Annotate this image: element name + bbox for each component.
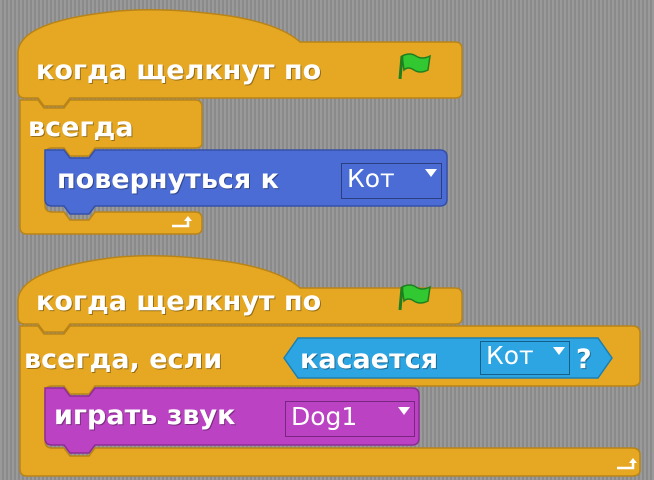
loop-arrow-icon <box>172 216 192 228</box>
sound-name-value: Dog1 <box>291 402 358 431</box>
touching-label: касается <box>300 344 439 375</box>
green-flag-icon <box>398 284 431 311</box>
hat-label: когда щелкнут по <box>36 55 322 86</box>
turn-target-dropdown[interactable]: Кот <box>341 163 442 199</box>
forever-label: всегда <box>28 112 134 143</box>
green-flag-icon <box>398 53 431 80</box>
turn-target-value: Кот <box>347 164 395 193</box>
forever-if-label: всегда, если <box>24 344 223 375</box>
turn-label: повернуться к <box>57 164 279 195</box>
dropdown-arrow-icon <box>553 347 565 355</box>
scripts-area[interactable]: когда щелкнут по всегда повернуться к Ко… <box>0 0 654 480</box>
play-sound-label: играть звук <box>54 400 236 431</box>
hat-label-2: когда щелкнут по <box>36 286 322 317</box>
question-mark: ? <box>576 344 592 375</box>
dropdown-arrow-icon <box>398 407 410 415</box>
loop-arrow-icon <box>617 458 637 470</box>
dropdown-arrow-icon <box>425 169 437 177</box>
touching-target-dropdown[interactable]: Кот <box>480 341 570 375</box>
touching-target-value: Кот <box>486 341 534 370</box>
sound-dropdown[interactable]: Dog1 <box>285 401 415 437</box>
